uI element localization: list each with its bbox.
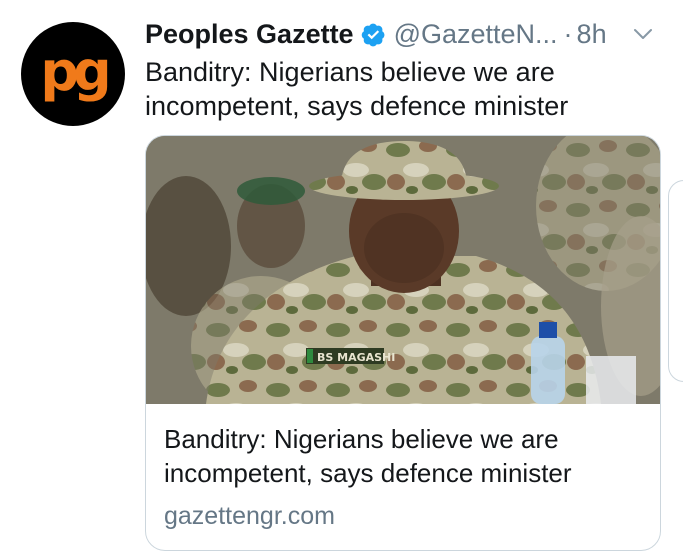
verified-badge-icon	[361, 23, 385, 46]
card-title[interactable]: Banditry: Nigerians believe we are incom…	[164, 422, 644, 490]
card-image[interactable]: BS MAGASHI	[146, 136, 660, 404]
avatar[interactable]: pg	[21, 22, 125, 126]
separator-dot: ·	[563, 18, 573, 49]
tweet-header: Peoples Gazette @GazetteN... · 8h	[145, 14, 663, 54]
tweet-timestamp[interactable]: 8h	[577, 19, 607, 50]
tweet[interactable]: pg Peoples Gazette @GazetteN... · 8h Ban…	[0, 0, 683, 555]
avatar-logo-text: pg	[40, 39, 111, 103]
uniform-name-tag: BS MAGASHI	[317, 351, 395, 364]
card-domain[interactable]: gazettengr.com	[164, 502, 335, 531]
link-card[interactable]: BS MAGASHI Banditry: Nigerians believe w…	[145, 135, 661, 551]
chevron-down-icon[interactable]	[631, 22, 655, 46]
adjacent-card-edge	[668, 180, 683, 382]
tweet-text: Banditry: Nigerians believe we are incom…	[145, 57, 569, 121]
author-name[interactable]: Peoples Gazette	[145, 19, 354, 50]
author-handle[interactable]: @GazetteN...	[394, 19, 558, 50]
